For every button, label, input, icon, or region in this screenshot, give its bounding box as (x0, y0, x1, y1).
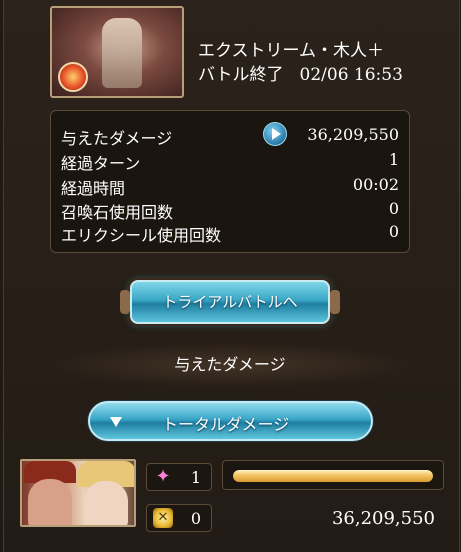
stat-value: 0 (388, 199, 399, 218)
hp-bar-fill (233, 470, 433, 482)
stat-label: 経過時間 (61, 179, 126, 198)
stat-label: 与えたダメージ (61, 129, 173, 148)
total-damage-label: トータルダメージ (162, 415, 290, 434)
stat-row-elixirs: エリクシール使用回数 0 (61, 222, 399, 245)
quest-title: エクストリーム・木人＋ (198, 41, 384, 61)
hp-bar-track (233, 470, 433, 482)
stat-value: 00:02 (352, 175, 399, 194)
skill-count-chip: ✦ 1 (146, 463, 212, 491)
damage-section-heading: 与えたダメージ (40, 342, 420, 388)
quest-thumbnail (50, 6, 184, 98)
battle-stats-box: 与えたダメージ 36,209,550 経過ターン 1 経過時間 00:02 召喚… (50, 110, 410, 253)
character-face-2 (84, 481, 128, 525)
training-dummy-image (102, 18, 142, 88)
charge-attack-icon: ✕ (153, 508, 173, 528)
button-cap-left (120, 290, 130, 314)
ca-count-chip: ✕ 0 (146, 504, 212, 532)
character-face-1 (28, 479, 72, 525)
stat-label: 召喚石使用回数 (61, 203, 174, 222)
total-damage-dropdown[interactable]: トータルダメージ (88, 401, 373, 441)
stat-row-turns: 経過ターン 1 (61, 150, 399, 173)
play-replay-icon[interactable] (263, 122, 287, 146)
skill-count: 1 (190, 468, 201, 487)
chevron-down-icon (110, 417, 122, 427)
fire-element-icon (58, 62, 88, 92)
stat-value: 1 (388, 150, 399, 169)
stat-value: 36,209,550 (307, 125, 399, 144)
stat-row-summons: 召喚石使用回数 0 (61, 199, 399, 222)
stat-value: 0 (388, 222, 399, 241)
quest-status-line: バトル終了 02/06 16:53 (198, 60, 403, 85)
trial-battle-button[interactable]: トライアルバトルへ (120, 280, 340, 324)
ca-count: 0 (190, 509, 201, 528)
battle-status: バトル終了 (198, 65, 284, 85)
stat-label: エリクシール使用回数 (61, 226, 222, 245)
hp-bar (222, 460, 444, 490)
stat-row-damage: 与えたダメージ 36,209,550 (61, 122, 399, 148)
stat-row-time: 経過時間 00:02 (61, 175, 399, 198)
button-cap-right (330, 290, 340, 314)
stat-label: 経過ターン (61, 154, 141, 173)
sparkle-icon: ✦ (155, 466, 171, 487)
trial-battle-label: トライアルバトルへ (162, 293, 298, 311)
battle-datetime: 02/06 16:53 (299, 65, 403, 85)
character-avatar[interactable] (20, 459, 136, 527)
player-damage: 36,209,550 (331, 508, 435, 529)
